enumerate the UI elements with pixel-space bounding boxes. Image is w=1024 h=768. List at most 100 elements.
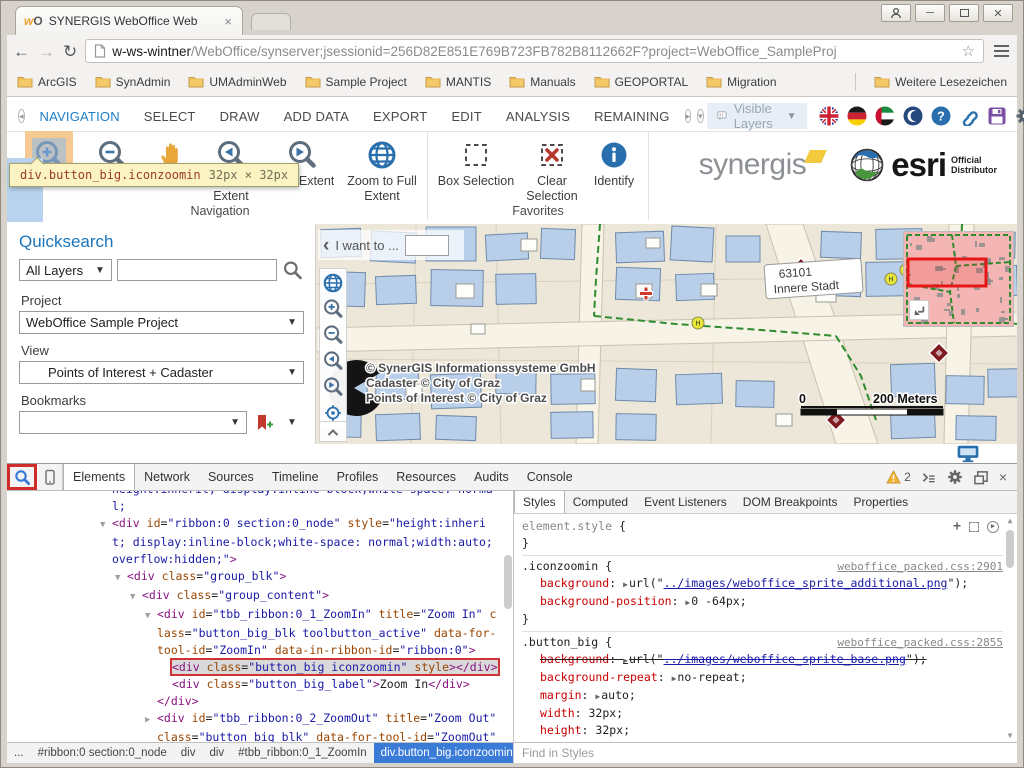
styles-scrollbar[interactable]: ▲ ▼ xyxy=(1005,516,1015,740)
styles-tab-styles[interactable]: Styles xyxy=(514,491,565,513)
view-select[interactable]: Points of Interest + Cadaster▼ xyxy=(19,361,304,384)
collapse-arrow-icon[interactable]: ▼ xyxy=(115,570,127,587)
browser-menu-icon[interactable] xyxy=(992,43,1011,60)
maximize-button[interactable] xyxy=(949,4,979,22)
css-declaration[interactable]: background: ▶url("../images/weboffice_sp… xyxy=(522,651,1003,669)
menu-tab-add-data[interactable]: ADD DATA xyxy=(272,109,361,124)
collapse-arrow-icon[interactable]: ▼ xyxy=(100,517,112,534)
ribbon-more-icon[interactable]: ▾ xyxy=(697,109,704,123)
new-tab-button[interactable] xyxy=(251,13,291,30)
layer-filter-select[interactable]: All Layers▼ xyxy=(19,259,112,281)
flag-germany-icon[interactable] xyxy=(847,106,867,126)
devtools-tab-timeline[interactable]: Timeline xyxy=(263,464,328,490)
dock-icon[interactable] xyxy=(973,470,989,485)
css-declaration[interactable]: margin: ▶auto; xyxy=(522,687,1003,705)
map-viewport[interactable]: THH63101Innere Stadt© SynerGIS Informati… xyxy=(316,224,1017,444)
map-zoom-in-button[interactable] xyxy=(322,298,344,320)
map-tools-collapse-button[interactable] xyxy=(319,421,347,442)
overview-collapse-button[interactable] xyxy=(909,300,929,320)
animations-icon[interactable]: ▶ xyxy=(987,521,999,533)
more-bookmarks[interactable]: Weitere Lesezeichen xyxy=(874,75,1007,89)
back-button[interactable]: ← xyxy=(13,43,30,60)
menubar-flag-germany-button[interactable] xyxy=(847,106,867,126)
help-icon[interactable]: ? xyxy=(931,106,951,126)
menu-tab-edit[interactable]: EDIT xyxy=(439,109,493,124)
quicksearch-input[interactable] xyxy=(117,259,277,281)
stylesheet-link[interactable]: weboffice_packed.css:2855 xyxy=(837,634,1003,651)
new-style-rule-icon[interactable]: + xyxy=(953,518,961,535)
breadcrumb-item[interactable]: ... xyxy=(7,743,31,763)
console-drawer-icon[interactable] xyxy=(921,470,937,485)
collapse-arrow-icon[interactable]: ▼ xyxy=(130,589,142,606)
dom-tree-node[interactable]: <div class="button_big_label">Zoom In</d… xyxy=(7,676,513,693)
collapse-sidebar-icon[interactable]: ‹ xyxy=(323,236,329,255)
styles-tab-dom-breakpoints[interactable]: DOM Breakpoints xyxy=(735,491,846,513)
identify-button[interactable]: Identify xyxy=(584,132,644,189)
breadcrumb-selected[interactable]: div.button_big.iconzoomin xyxy=(374,743,513,763)
device-mode-button[interactable] xyxy=(37,464,63,490)
gear-icon[interactable] xyxy=(947,469,963,485)
bookmarks-select[interactable]: ▼ xyxy=(19,411,247,434)
chevron-down-icon[interactable]: ▼ xyxy=(287,417,297,428)
bookmark-item[interactable]: Manuals xyxy=(509,75,575,89)
devtools-tab-network[interactable]: Network xyxy=(135,464,199,490)
bookmark-item[interactable]: Migration xyxy=(706,75,776,89)
devtools-tab-console[interactable]: Console xyxy=(518,464,582,490)
menubar-flag-uk-button[interactable] xyxy=(819,106,839,126)
dom-tree-node[interactable]: <div class="button_big iconzoomin" style… xyxy=(7,659,513,676)
bookmark-item[interactable]: SynAdmin xyxy=(95,75,171,89)
clear-selection-button[interactable]: Clear Selection xyxy=(520,132,584,204)
ribbon-scroll-left-icon[interactable]: ◂ xyxy=(18,109,25,123)
crescent-icon[interactable] xyxy=(903,106,923,126)
menubar-save-button[interactable] xyxy=(987,106,1007,126)
bookmark-item[interactable]: MANTIS xyxy=(425,75,491,89)
styles-scrollbar-thumb[interactable] xyxy=(1006,530,1014,568)
menu-tab-select[interactable]: SELECT xyxy=(132,109,208,124)
screen-display-icon[interactable] xyxy=(955,444,981,463)
menubar-crescent-button[interactable] xyxy=(903,106,923,126)
browser-tab[interactable]: wO SYNERGIS WebOffice Web × xyxy=(15,6,243,35)
collapse-arrow-icon[interactable]: ▼ xyxy=(145,608,157,625)
devtools-tab-elements[interactable]: Elements xyxy=(63,464,135,490)
css-declaration[interactable]: background-repeat: ▶no-repeat; xyxy=(522,669,1003,687)
breadcrumb-item[interactable]: div xyxy=(174,743,203,763)
minimize-button[interactable]: ─ xyxy=(915,4,945,22)
zoom-full-extent-button[interactable]: Zoom to Full Extent xyxy=(341,132,423,204)
ribbon-scroll-right-icon[interactable]: ▸ xyxy=(685,109,692,123)
flag-uk-icon[interactable] xyxy=(819,106,839,126)
stylesheet-link[interactable]: weboffice_packed.css:2901 xyxy=(837,558,1003,575)
map-full-extent-button[interactable] xyxy=(322,272,344,294)
dom-tree-node[interactable]: ▶<div id="tbb_ribbon:0_2_ZoomOut" title=… xyxy=(7,710,513,742)
search-icon[interactable] xyxy=(282,259,303,281)
visible-layers-dropdown[interactable]: Visible Layers ▼ xyxy=(707,103,807,129)
dom-tree-node[interactable]: </div> xyxy=(7,693,513,710)
dom-tree-node[interactable]: ▼<div class="group_content"> xyxy=(7,587,513,606)
css-declaration[interactable]: height: 32px; xyxy=(522,722,1003,739)
styles-tab-computed[interactable]: Computed xyxy=(565,491,636,513)
css-url-link[interactable]: ../images/weboffice_sprite_additional.pn… xyxy=(664,576,948,590)
settings-icon[interactable] xyxy=(1015,106,1024,126)
css-declaration[interactable]: width: 32px; xyxy=(522,705,1003,722)
dom-tree-node[interactable]: ▼<div id="ribbon:0 section:0_node" style… xyxy=(7,515,513,568)
map-zoom-out-button[interactable] xyxy=(322,324,344,346)
find-in-styles-input[interactable]: Find in Styles xyxy=(513,743,1017,763)
scroll-down-icon[interactable]: ▼ xyxy=(1008,731,1013,740)
menu-tab-analysis[interactable]: ANALYSIS xyxy=(494,109,582,124)
element-state-icon[interactable] xyxy=(969,522,979,532)
tab-close-icon[interactable]: × xyxy=(222,14,234,29)
menubar-link-button[interactable] xyxy=(959,106,979,126)
dom-tree-node[interactable]: ▼<div id="tbb_ribbon:0_1_ZoomIn" title="… xyxy=(7,606,513,659)
warning-count[interactable]: 2 xyxy=(904,470,911,484)
dom-tree-node[interactable]: ▼<div class="group_blk"> xyxy=(7,568,513,587)
menubar-flag-uae-button[interactable] xyxy=(875,106,895,126)
map-next-extent-button[interactable] xyxy=(322,376,344,398)
overview-map[interactable] xyxy=(903,231,1014,327)
menubar-help-button[interactable]: ? xyxy=(931,106,951,126)
forward-button[interactable]: → xyxy=(38,43,55,60)
breadcrumb-item[interactable]: div xyxy=(202,743,231,763)
save-icon[interactable] xyxy=(987,106,1007,126)
bookmark-item[interactable]: GEOPORTAL xyxy=(594,75,689,89)
close-window-button[interactable]: ✕ xyxy=(983,4,1013,22)
bookmark-item[interactable]: UMAdminWeb xyxy=(188,75,286,89)
menu-tab-export[interactable]: EXPORT xyxy=(361,109,439,124)
